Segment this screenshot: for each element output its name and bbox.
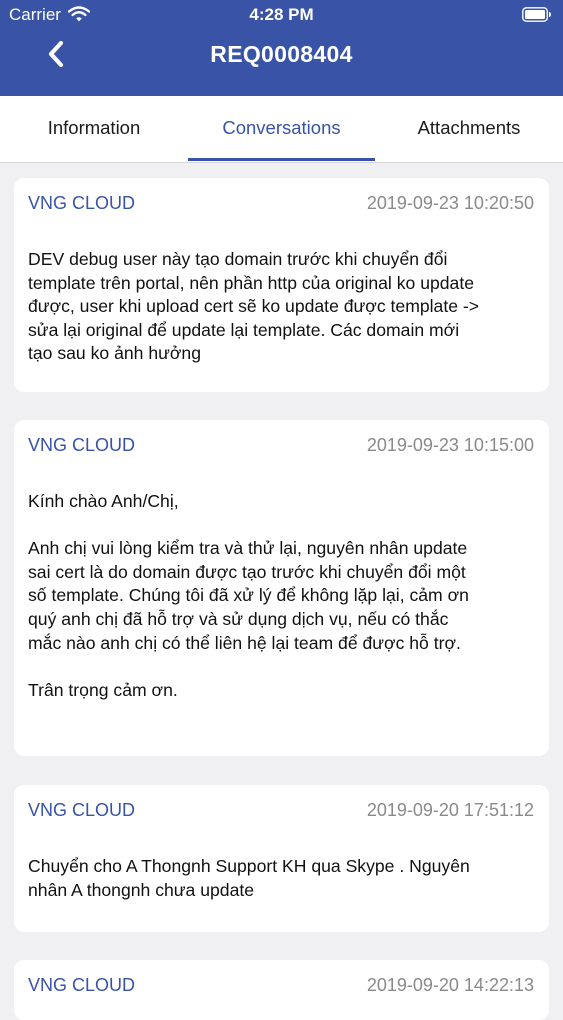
battery-icon [522, 7, 551, 22]
conversation-card[interactable]: VNG CLOUD 2019-09-23 10:20:50 DEV debug … [14, 178, 549, 392]
message-line: DEV debug user này tạo domain trước khi … [28, 249, 448, 269]
page-title: REQ0008404 [210, 41, 353, 67]
status-bar: Carrier 4:28 PM [0, 0, 563, 30]
message-author: VNG CLOUD [28, 800, 136, 820]
message-line: quý anh chị đã hỗ trợ và sử dụng dịch vụ… [28, 608, 449, 629]
tab-information[interactable]: Information [0, 96, 188, 162]
conversation-card[interactable]: VNG CLOUD 2019-09-20 14:22:13 [14, 960, 549, 1020]
top-bar: Carrier 4:28 PM REQ0008404 [0, 0, 563, 96]
message-body: Chuyển cho A Thongnh Support KH qua Skyp… [28, 855, 537, 902]
message-line: Chuyển cho A Thongnh Support KH qua Skyp… [28, 856, 470, 876]
message-date: 2019-09-20 17:51:12 [366, 800, 534, 820]
tab-attachments[interactable]: Attachments [375, 96, 563, 162]
message-author: VNG CLOUD [28, 435, 136, 455]
message-body: Kính chào Anh/Chị, Anh chị vui lòng kiểm… [28, 490, 537, 702]
message-line: template trên portal, nên phần http của … [28, 272, 475, 293]
nav-bar: REQ0008404 [0, 30, 563, 96]
message-line: số template. Chúng tôi đã xử lý để không… [28, 585, 469, 606]
message-closing: Trân trọng cảm ơn. [28, 679, 178, 700]
active-tab-indicator [188, 158, 375, 161]
message-line: tạo sau ko ảnh hưởng [28, 343, 201, 364]
message-date: 2019-09-23 10:15:00 [366, 435, 534, 455]
message-line: sai cert là do domain được tạo trước khi… [28, 561, 466, 582]
message-date: 2019-09-23 10:20:50 [366, 193, 534, 213]
message-line: nhân A thongnh chưa update [28, 879, 255, 900]
message-line: Anh chị vui lòng kiểm tra và thử lại, ng… [28, 538, 468, 559]
tab-conversations[interactable]: Conversations [188, 96, 375, 162]
message-line: sửa lại original để update lại template.… [28, 319, 460, 340]
conversation-card[interactable]: VNG CLOUD 2019-09-20 17:51:12 Chuyển cho… [14, 785, 549, 932]
conversation-card[interactable]: VNG CLOUD 2019-09-23 10:15:00 Kính chào … [14, 420, 549, 756]
status-time: 4:28 PM [249, 5, 314, 24]
tab-bar: Information Conversations Attachments [0, 96, 563, 163]
message-author: VNG CLOUD [28, 193, 136, 213]
message-body: DEV debug user này tạo domain trước khi … [28, 248, 537, 366]
message-line: được, user khi upload cert sẽ ko update … [28, 296, 480, 317]
message-date: 2019-09-20 14:22:13 [366, 975, 534, 995]
message-line: mắc nào anh chị có thể liên hệ lại team … [28, 632, 461, 653]
message-author: VNG CLOUD [28, 975, 136, 995]
message-greeting: Kính chào Anh/Chị, [28, 491, 179, 511]
